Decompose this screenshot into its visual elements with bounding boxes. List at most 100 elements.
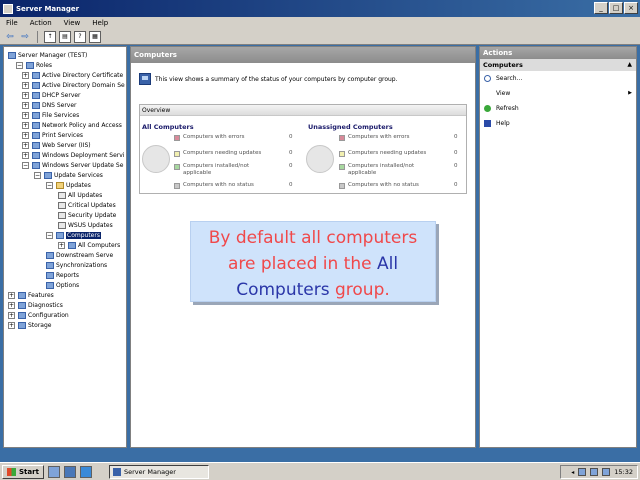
show-hide-tree-icon[interactable]: ▤ (59, 30, 71, 43)
powershell-quicklaunch-icon[interactable] (63, 465, 76, 478)
stat-label: Computers with errors (183, 134, 245, 140)
tree-item-label: Diagnostics (28, 301, 63, 309)
forward-arrow-icon[interactable]: ⇨ (19, 31, 31, 43)
reports-icon (46, 271, 54, 279)
tree-item[interactable]: − Computers (46, 230, 101, 240)
tree-item[interactable]: − Updates (46, 180, 91, 190)
tree-item[interactable]: WSUS Updates (58, 220, 113, 230)
action-help[interactable]: Help (480, 116, 636, 131)
sync-icon (46, 261, 54, 269)
collapse-icon[interactable]: − (46, 181, 53, 189)
stat-row[interactable]: Computers with no status 0 (174, 182, 293, 189)
tree-item-label: Server Manager (TEST) (18, 51, 88, 59)
tree-item[interactable]: − Windows Server Update Se (22, 160, 123, 170)
menu-view[interactable]: View (64, 19, 81, 27)
action-refresh[interactable]: Refresh (480, 101, 636, 116)
tree-item[interactable]: + Active Directory Domain Se (22, 80, 125, 90)
start-button[interactable]: Start (2, 464, 44, 479)
tree-item[interactable]: + Web Server (IIS) (22, 140, 91, 150)
tree-item[interactable]: + All Computers (58, 240, 120, 250)
action-view[interactable]: View ▶ (480, 86, 636, 101)
expand-icon[interactable]: + (58, 241, 65, 249)
tree-item[interactable]: + DHCP Server (22, 90, 81, 100)
expand-icon[interactable]: + (8, 321, 15, 329)
tree-item[interactable]: Options (46, 280, 79, 290)
expand-icon[interactable]: + (22, 121, 29, 129)
installed-swatch (174, 164, 180, 170)
tree-item[interactable]: + Windows Deployment Servi (22, 150, 124, 160)
tree-item[interactable]: + Features (8, 290, 54, 300)
tree-item[interactable]: + DNS Server (22, 100, 77, 110)
maximize-button[interactable]: □ (609, 2, 623, 14)
security-tray-icon[interactable] (602, 468, 611, 476)
expand-icon[interactable]: + (22, 71, 29, 79)
help-toolbar-icon[interactable]: ? (74, 30, 86, 43)
stat-row[interactable]: Computers with errors 0 (174, 134, 293, 141)
toolbar-divider (37, 30, 38, 43)
tree-item[interactable]: + Print Services (22, 130, 83, 140)
collapse-icon[interactable]: − (16, 61, 23, 69)
tree-item[interactable]: Reports (46, 270, 79, 280)
minimize-button[interactable]: _ (594, 2, 608, 14)
back-arrow-icon[interactable]: ⇦ (4, 31, 16, 43)
tree-item[interactable]: + Active Directory Certificate (22, 70, 123, 80)
taskbar-button-server-manager[interactable]: Server Manager (109, 465, 209, 479)
collapse-icon[interactable]: − (46, 231, 53, 239)
stat-row[interactable]: Computers installed/not applicable 0 (339, 163, 458, 177)
tree-item[interactable]: Security Update (58, 210, 116, 220)
tree-item[interactable]: All Updates (58, 190, 102, 200)
expand-icon[interactable]: + (22, 151, 29, 159)
tray-expand-icon[interactable]: ◂ (571, 469, 574, 476)
tree-item[interactable]: Downstream Serve (46, 250, 113, 260)
tree-item[interactable]: + Diagnostics (8, 300, 63, 310)
tree-item[interactable]: − Roles (16, 60, 52, 70)
expand-icon[interactable]: + (22, 141, 29, 149)
server-manager-task-icon (113, 468, 121, 476)
doc-icon (58, 201, 66, 209)
network-tray-icon[interactable] (578, 468, 587, 476)
tree-item[interactable]: Server Manager (TEST) (8, 50, 87, 60)
tree-item[interactable]: + Network Policy and Access (22, 120, 122, 130)
role-icon (32, 121, 40, 129)
menu-file[interactable]: File (6, 19, 18, 27)
expand-icon[interactable]: + (8, 301, 15, 309)
server-manager-quicklaunch-icon[interactable] (47, 465, 60, 478)
internet-explorer-icon[interactable] (79, 465, 92, 478)
expand-icon[interactable]: + (22, 111, 29, 119)
tree-item[interactable]: + Configuration (8, 310, 69, 320)
expand-icon[interactable]: + (22, 81, 29, 89)
menu-help[interactable]: Help (92, 19, 108, 27)
collapse-icon[interactable]: − (34, 171, 41, 179)
unassigned-computers-title[interactable]: Unassigned Computers (308, 123, 468, 131)
needing-updates-swatch (339, 151, 345, 157)
tree-item[interactable]: Critical Updates (58, 200, 116, 210)
expand-icon[interactable]: + (8, 291, 15, 299)
action-search[interactable]: Search... (480, 71, 636, 86)
stat-row[interactable]: Computers with no status 0 (339, 182, 458, 189)
tree-item-label: Active Directory Certificate (42, 71, 124, 79)
actions-section-computers[interactable]: Computers ▲ (480, 59, 636, 71)
stat-row[interactable]: Computers installed/not applicable 0 (174, 163, 293, 177)
expand-icon[interactable]: + (22, 131, 29, 139)
tree-item[interactable]: + Storage (8, 320, 51, 330)
stat-row[interactable]: Computers with errors 0 (339, 134, 458, 141)
properties-icon[interactable]: ▦ (89, 30, 101, 43)
menu-action[interactable]: Action (30, 19, 52, 27)
close-button[interactable]: × (624, 2, 638, 14)
up-level-icon[interactable]: ↑ (44, 30, 56, 43)
collapse-icon[interactable]: − (22, 161, 29, 169)
tree-item[interactable]: Synchronizations (46, 260, 107, 270)
tree-item[interactable]: − Update Services (34, 170, 103, 180)
expand-icon[interactable]: + (22, 91, 29, 99)
clock[interactable]: 15:32 (614, 468, 633, 476)
expand-icon[interactable]: + (8, 311, 15, 319)
collapse-caret-icon[interactable]: ▲ (627, 59, 632, 71)
stat-value: 0 (454, 163, 458, 169)
expand-icon[interactable]: + (22, 101, 29, 109)
tree-item[interactable]: + File Services (22, 110, 79, 120)
all-computers-title[interactable]: All Computers (142, 123, 302, 131)
volume-tray-icon[interactable] (590, 468, 599, 476)
tree-item-label: Windows Server Update Se (42, 161, 124, 169)
stat-row[interactable]: Computers needing updates 0 (339, 150, 458, 157)
stat-row[interactable]: Computers needing updates 0 (174, 150, 293, 157)
